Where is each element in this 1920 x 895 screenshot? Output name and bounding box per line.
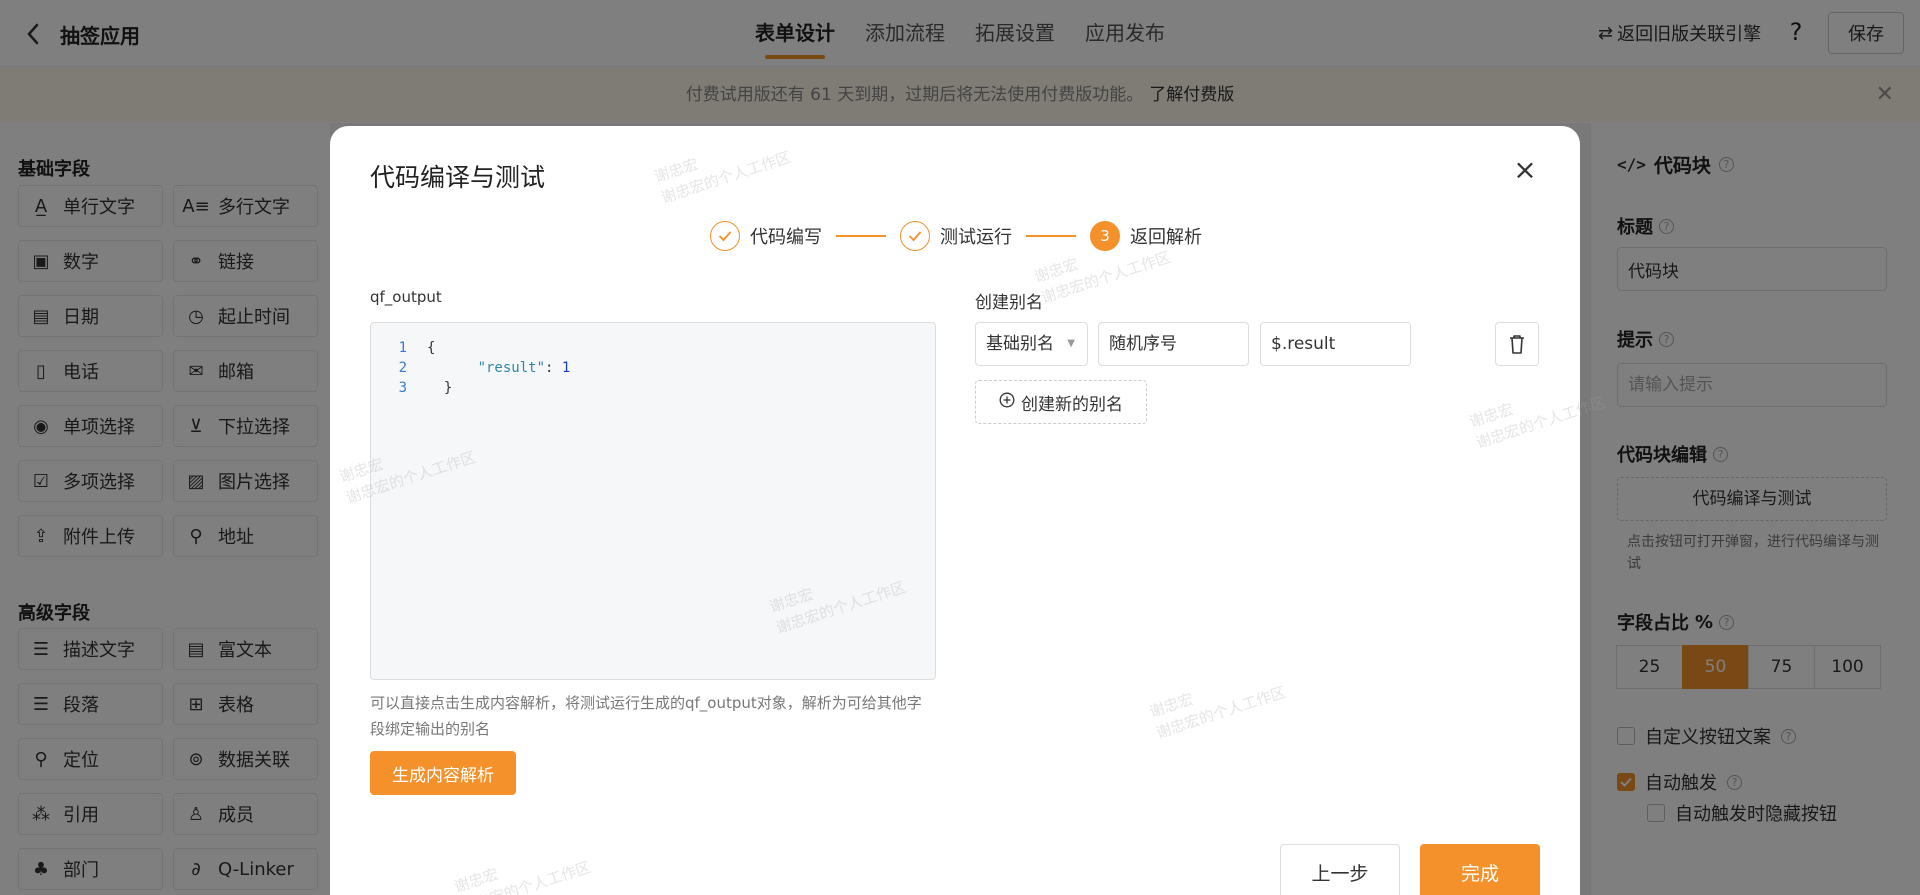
step-indicator: 代码编写 测试运行 3 返回解析 bbox=[710, 221, 1202, 251]
create-new-alias-button[interactable]: 创建新的别名 bbox=[975, 380, 1147, 424]
code-key: "result" bbox=[477, 360, 546, 376]
close-icon[interactable]: × bbox=[1510, 156, 1540, 186]
code-line: 3 } bbox=[371, 380, 935, 400]
code-line: 1 { bbox=[371, 340, 935, 360]
step-return-parse: 3 返回解析 bbox=[1090, 221, 1202, 251]
create-new-alias-label: 创建新的别名 bbox=[1021, 394, 1123, 415]
line-number: 3 bbox=[398, 380, 407, 396]
line-number: 1 bbox=[398, 340, 407, 356]
code-output-label: qf_output bbox=[370, 288, 442, 306]
trash-icon bbox=[1510, 335, 1524, 354]
check-icon bbox=[710, 221, 740, 251]
previous-step-button[interactable]: 上一步 bbox=[1280, 844, 1400, 895]
code-text: "result": 1 bbox=[477, 360, 571, 376]
step-code-writing: 代码编写 bbox=[710, 221, 822, 251]
modal-title: 代码编译与测试 bbox=[370, 163, 546, 192]
step-connector bbox=[1026, 235, 1076, 237]
plus-circle-icon bbox=[999, 392, 1015, 413]
delete-alias-button[interactable] bbox=[1495, 322, 1539, 366]
code-output-editor[interactable]: 1 { 2 "result": 1 3 } bbox=[370, 322, 936, 680]
code-compile-test-modal: 代码编译与测试 × 代码编写 测试运行 3 返回解析 qf_output 1 { bbox=[330, 126, 1580, 895]
code-brace: } bbox=[443, 380, 453, 396]
step-label: 测试运行 bbox=[940, 227, 1012, 248]
code-line: 2 "result": 1 bbox=[371, 360, 935, 380]
code-value: 1 bbox=[561, 360, 571, 376]
finish-button[interactable]: 完成 bbox=[1420, 844, 1540, 895]
caret-down-icon: ▼ bbox=[1067, 338, 1075, 349]
alias-type-select[interactable]: 基础别名 ▼ bbox=[975, 322, 1088, 366]
code-text: } bbox=[407, 380, 452, 400]
step-number: 3 bbox=[1090, 221, 1120, 251]
code-parse-help-text: 可以直接点击生成内容解析，将测试运行生成的qf_output对象，解析为可给其他… bbox=[370, 694, 922, 738]
step-test-run: 测试运行 bbox=[900, 221, 1012, 251]
check-icon bbox=[900, 221, 930, 251]
create-alias-label: 创建别名 bbox=[975, 293, 1043, 313]
alias-path-input[interactable]: $.result bbox=[1260, 322, 1411, 366]
alias-type-value: 基础别名 bbox=[986, 334, 1054, 354]
line-number: 2 bbox=[398, 360, 407, 376]
generate-parse-button[interactable]: 生成内容解析 bbox=[370, 751, 516, 795]
code-text: { bbox=[427, 340, 436, 356]
step-label: 返回解析 bbox=[1130, 227, 1202, 248]
alias-name-input[interactable]: 随机序号 bbox=[1098, 322, 1249, 366]
step-connector bbox=[836, 235, 886, 237]
step-label: 代码编写 bbox=[750, 227, 822, 248]
